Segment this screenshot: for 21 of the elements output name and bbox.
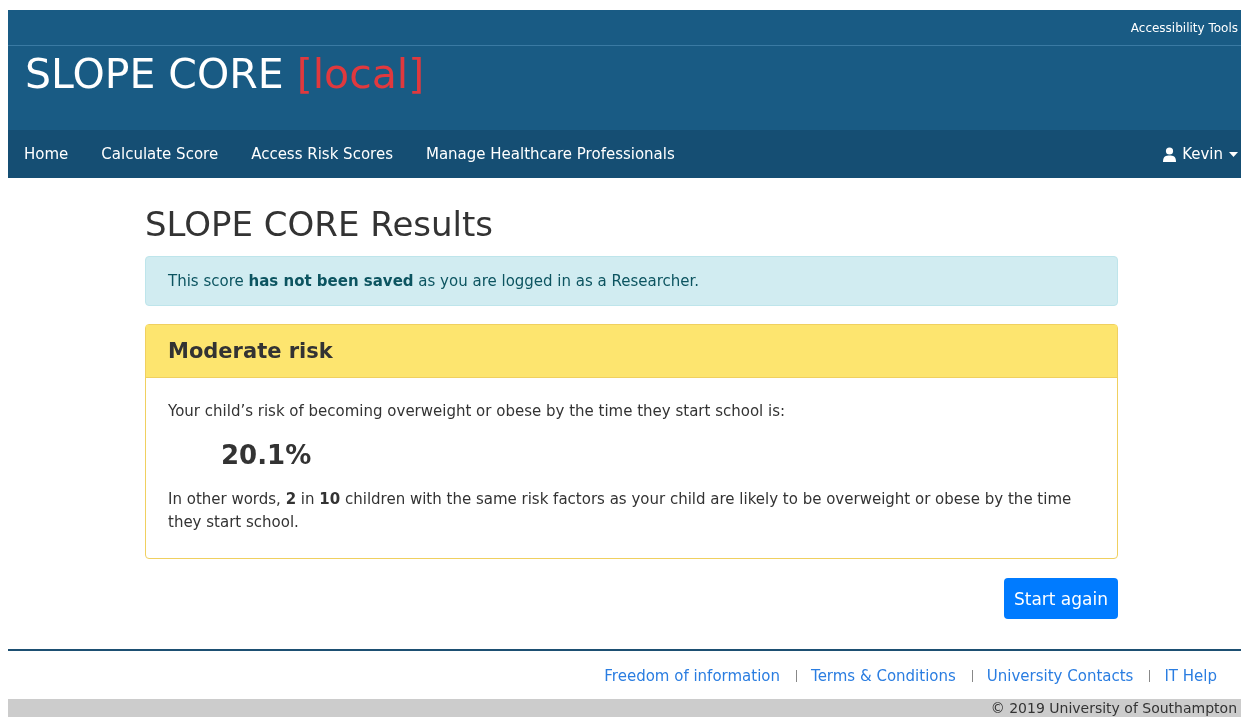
nav-link[interactable]: Home <box>24 145 69 163</box>
footer-link[interactable]: University Contacts <box>971 670 1144 682</box>
user-menu[interactable]: Kevin <box>1163 145 1241 163</box>
info-alert: This score has not been saved as you are logged in as a Researcher. <box>145 256 1118 306</box>
copyright-text: © 2019 University of Southampton <box>990 700 1237 716</box>
page-title: SLOPE CORE Results <box>145 204 495 244</box>
risk-explanation: In other words, 2 in 10 children with the same risk factors as your child are likely to be overweight or obese by the time they start school. <box>168 489 1073 533</box>
nav-link[interactable]: Access Risk Scores <box>251 145 393 163</box>
footer-link[interactable]: Terms & Conditions <box>796 670 966 682</box>
risk-heading: Moderate risk <box>146 325 1117 378</box>
risk-percentage: 20.1% <box>221 440 313 470</box>
nav-link[interactable]: Manage Healthcare Professionals <box>425 145 675 163</box>
risk-description: Your child’s risk of becoming overweight or obese by the time they start school is: <box>168 402 787 420</box>
site-title: SLOPE CORE [local] <box>24 49 425 98</box>
footer-link[interactable]: IT Help <box>1149 670 1227 682</box>
start-again-button[interactable]: Start again <box>1003 578 1118 619</box>
caret-icon <box>1229 151 1238 157</box>
nav-link[interactable]: Calculate Score <box>101 145 219 163</box>
user-icon <box>1163 146 1177 162</box>
footer-link[interactable]: Freedom of information <box>594 667 790 685</box>
accessibility-tools-link[interactable]: Accessibility Tools <box>1130 20 1241 35</box>
